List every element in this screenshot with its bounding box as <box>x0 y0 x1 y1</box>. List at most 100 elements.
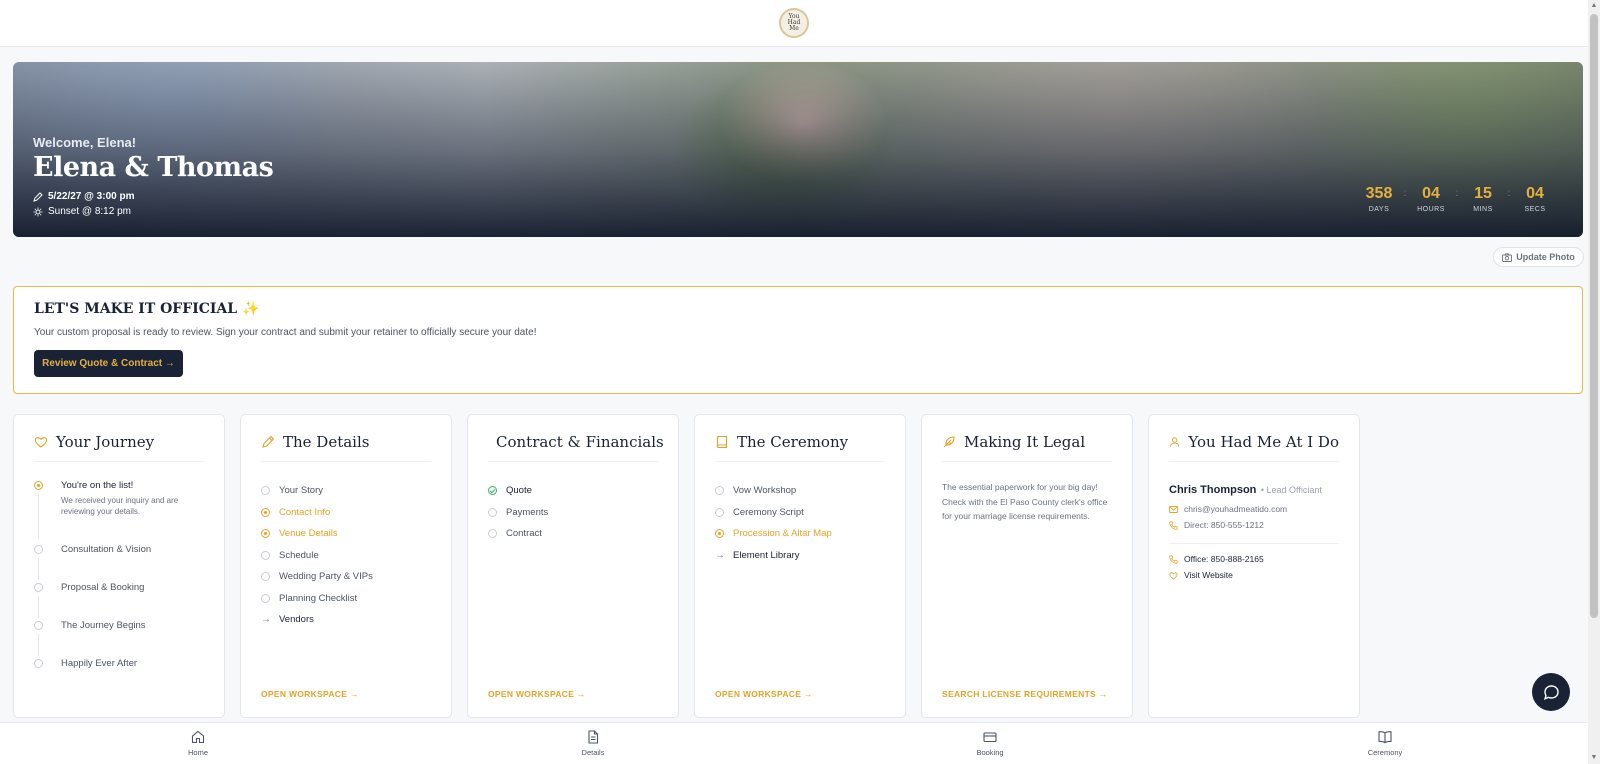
details-item-venue-details[interactable]: Venue Details <box>261 523 431 545</box>
nav-details[interactable]: Details <box>563 730 623 757</box>
item-label: Element Library <box>733 549 800 561</box>
journey-steps: You're on the list! We received your inq… <box>34 480 204 696</box>
status-indicator <box>715 507 724 517</box>
card-header: The Ceremony <box>715 433 885 462</box>
update-photo-button[interactable]: Update Photo <box>1493 247 1584 267</box>
update-photo-label: Update Photo <box>1516 252 1575 262</box>
official-title-text: LET'S MAKE IT OFFICIAL <box>34 301 238 317</box>
card-title: Making It Legal <box>964 433 1086 451</box>
ceremony-item-procession-map[interactable]: Procession & Altar Map <box>715 523 885 545</box>
ceremony-list: Vow Workshop Ceremony Script Procession … <box>715 480 885 566</box>
book-icon <box>716 435 728 449</box>
item-label: Contract <box>506 528 542 540</box>
officiant-name: Chris Thompson <box>1169 484 1257 496</box>
open-workspace-link[interactable]: OPEN WORKSPACE → <box>261 689 359 699</box>
card-the-ceremony: The Ceremony Vow Workshop Ceremony Scrip… <box>694 414 906 718</box>
review-quote-button[interactable]: Review Quote & Contract → <box>34 350 183 377</box>
countdown-timer: 358 DAYS : 04 HOURS : 15 MINS : 04 SECS <box>1357 185 1557 213</box>
arrow-right-icon: → <box>715 549 725 561</box>
details-item-wedding-party[interactable]: Wedding Party & VIPs <box>261 566 431 588</box>
sparkle-icon: ✨ <box>242 301 260 317</box>
card-title: Contract & Financials <box>496 433 664 451</box>
countdown-separator: : <box>1507 188 1511 199</box>
visit-website-link[interactable]: Visit Website <box>1169 570 1339 580</box>
card-title: The Ceremony <box>737 433 849 451</box>
card-the-details: The Details Your Story Contact Info Venu… <box>240 414 452 718</box>
countdown-mins: 15 MINS <box>1461 185 1505 213</box>
officiant-contact: Chris Thompson • Lead Officiant chris@yo… <box>1169 480 1339 580</box>
scrollbar-thumb[interactable] <box>1590 14 1598 618</box>
office-phone[interactable]: Office: 850-888-2165 <box>1169 554 1339 564</box>
countdown-value: 04 <box>1526 185 1544 202</box>
step-description: We received your inquiry and are reviewi… <box>61 496 179 516</box>
status-indicator <box>261 529 270 539</box>
contract-item-contract[interactable]: Contract <box>488 523 658 545</box>
brand-logo[interactable]: You Had Me <box>779 8 809 38</box>
card-title: You Had Me At I Do <box>1188 433 1339 451</box>
ceremony-item-script[interactable]: Ceremony Script <box>715 502 885 524</box>
event-date: 5/22/27 @ 3:00 pm <box>33 191 273 202</box>
camera-icon <box>1502 252 1513 262</box>
ceremony-item-vow-workshop[interactable]: Vow Workshop <box>715 480 885 502</box>
search-license-link[interactable]: SEARCH LICENSE REQUIREMENTS → <box>942 689 1108 699</box>
status-indicator <box>261 550 270 560</box>
couple-names: Elena & Thomas <box>33 152 274 183</box>
countdown-value: 04 <box>1422 185 1440 202</box>
status-indicator <box>261 593 270 603</box>
scroll-up-arrow[interactable]: ▲ <box>1588 0 1600 12</box>
step-active-indicator <box>34 481 43 490</box>
check-icon <box>488 486 497 496</box>
heart-icon <box>1169 571 1178 579</box>
item-label: Venue Details <box>279 528 338 540</box>
contract-item-payments[interactable]: Payments <box>488 502 658 524</box>
details-item-vendors[interactable]: → Vendors <box>261 609 431 631</box>
journey-step: Happily Ever After <box>34 658 204 696</box>
officiant-email[interactable]: chris@youhadmeatido.com <box>1169 504 1339 514</box>
item-label: Ceremony Script <box>733 506 804 518</box>
journey-step: Proposal & Booking <box>34 582 204 620</box>
nav-booking[interactable]: Booking <box>960 730 1020 757</box>
card-making-it-legal: Making It Legal The essential paperwork … <box>921 414 1133 718</box>
step-title: Consultation & Vision <box>61 544 152 555</box>
card-contract-financials: Contract & Financials Quote Payments Con… <box>467 414 679 718</box>
details-item-schedule[interactable]: Schedule <box>261 545 431 567</box>
countdown-value: 15 <box>1474 185 1492 202</box>
scroll-down-arrow[interactable]: ▼ <box>1588 752 1600 764</box>
card-officiant: You Had Me At I Do Chris Thompson • Lead… <box>1148 414 1360 718</box>
details-item-your-story[interactable]: Your Story <box>261 480 431 502</box>
details-item-contact-info[interactable]: Contact Info <box>261 502 431 524</box>
nav-ceremony[interactable]: Ceremony <box>1355 730 1415 757</box>
chat-button[interactable] <box>1532 673 1570 711</box>
page-scrollbar[interactable]: ▲ ▼ <box>1588 0 1600 764</box>
user-icon <box>1170 437 1180 447</box>
ceremony-item-element-library[interactable]: → Element Library <box>715 545 885 567</box>
step-connector <box>38 596 39 618</box>
status-indicator <box>261 507 270 517</box>
official-banner: LET'S MAKE IT OFFICIAL ✨ Your custom pro… <box>13 286 1583 394</box>
open-workspace-link[interactable]: OPEN WORKSPACE → <box>488 689 586 699</box>
nav-home[interactable]: Home <box>168 730 228 757</box>
item-label: Schedule <box>279 549 319 561</box>
step-title: Proposal & Booking <box>61 582 145 593</box>
officiant-direct-phone[interactable]: Direct: 850-555-1212 <box>1169 520 1339 530</box>
open-workspace-link[interactable]: OPEN WORKSPACE → <box>715 689 813 699</box>
card-title: Your Journey <box>56 433 155 451</box>
officiant-role: • Lead Officiant <box>1260 485 1322 495</box>
journey-step: The Journey Begins <box>34 620 204 658</box>
journey-step: Consultation & Vision <box>34 544 204 582</box>
step-connector <box>38 634 39 656</box>
details-list: Your Story Contact Info Venue Details Sc… <box>261 480 431 631</box>
details-item-planning-checklist[interactable]: Planning Checklist <box>261 588 431 610</box>
countdown-label: SECS <box>1524 206 1546 213</box>
countdown-separator: : <box>1455 188 1459 199</box>
step-indicator <box>34 545 43 554</box>
step-connector <box>38 558 39 580</box>
countdown-separator: : <box>1403 188 1407 199</box>
item-label: Quote <box>506 485 532 497</box>
status-indicator <box>715 486 724 496</box>
event-date-text: 5/22/27 @ 3:00 pm <box>48 191 135 202</box>
item-label: Vow Workshop <box>733 485 797 497</box>
contract-item-quote[interactable]: Quote <box>488 480 658 502</box>
phone-icon <box>1169 520 1178 530</box>
journey-step: You're on the list! We received your inq… <box>34 480 204 544</box>
